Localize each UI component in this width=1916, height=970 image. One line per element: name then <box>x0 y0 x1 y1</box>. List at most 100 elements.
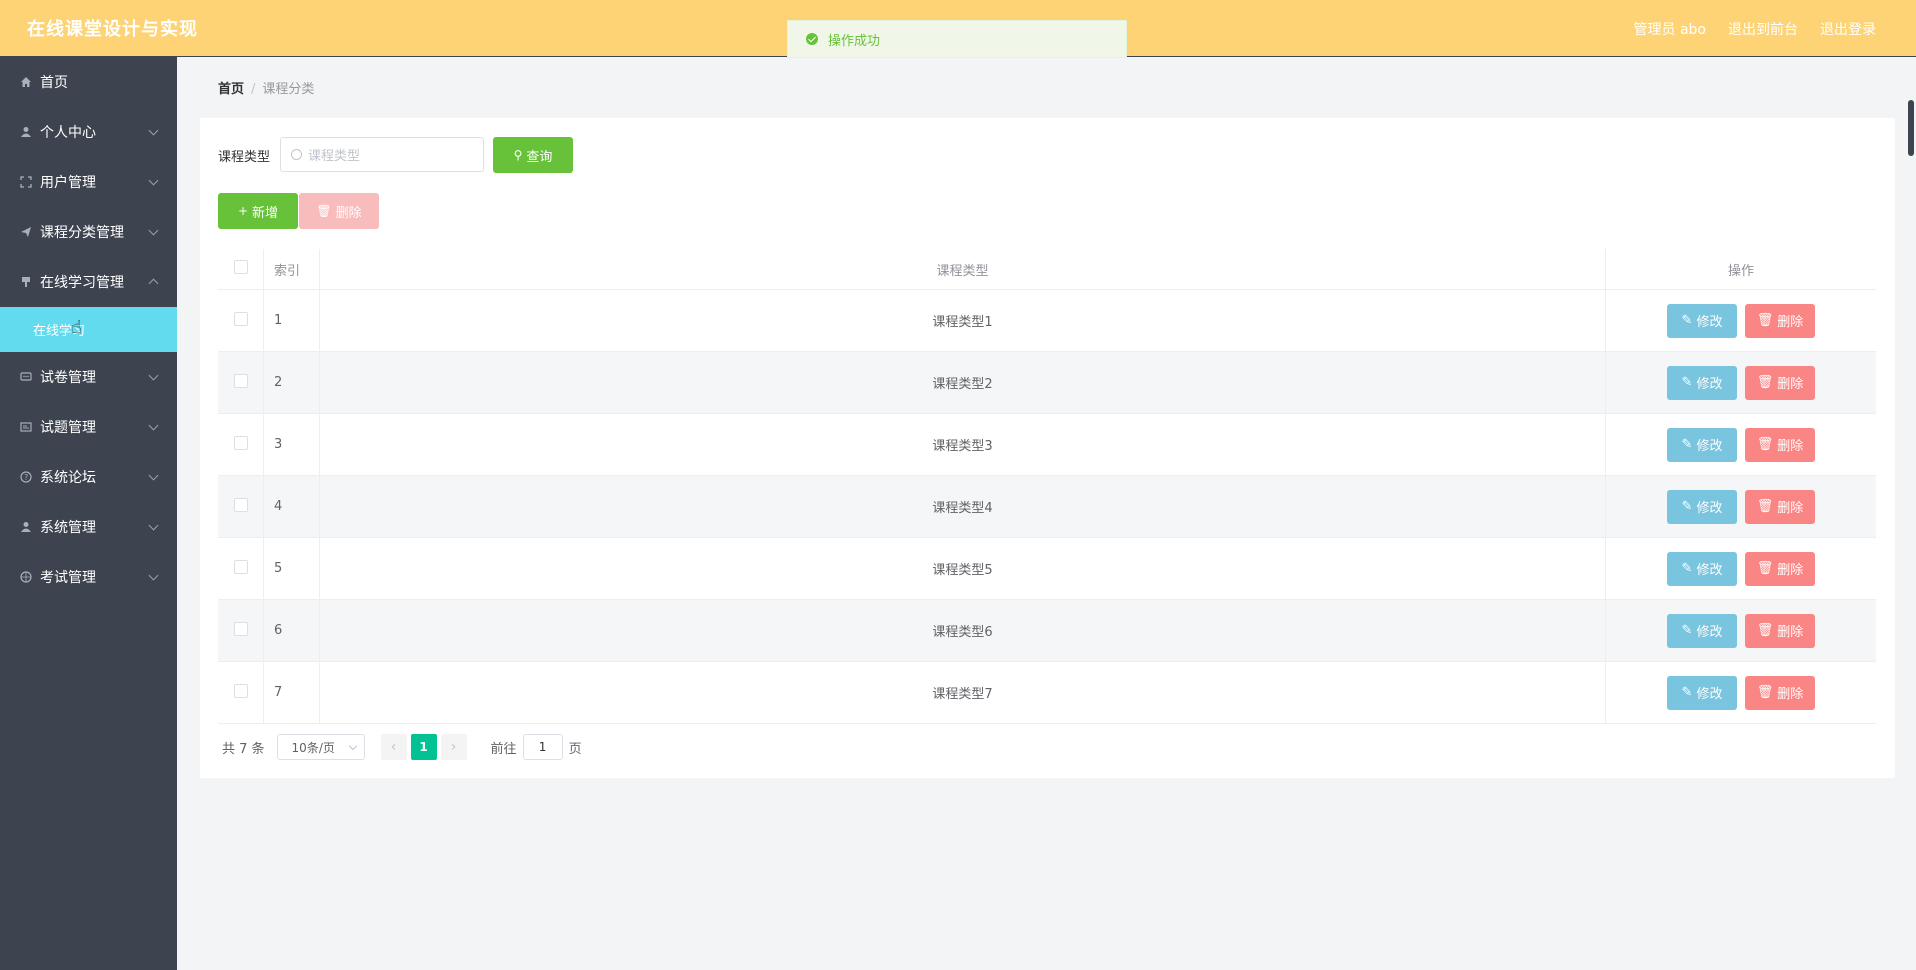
edit-button[interactable]: ✎ 修改 <box>1667 365 1737 400</box>
sidebar-item-label: 试题管理 <box>40 420 96 436</box>
sidebar-item-users[interactable]: 用户管理 <box>0 157 177 207</box>
row-select-cell <box>218 475 264 538</box>
edit-button[interactable]: ✎ 修改 <box>1667 675 1737 710</box>
delete-button[interactable]: 🗑 删除 <box>1745 427 1815 462</box>
add-button[interactable]: + 新增 <box>218 193 298 229</box>
row-course-type: 课程类型3 <box>319 413 1606 476</box>
page-size-select[interactable]: 10条/页 <box>276 734 365 760</box>
sidebar: 首页 个人中心 用户管理 课程分类管理 在线学习管理 在线学习 ☝ 试卷管理 试… <box>0 57 177 970</box>
edit-button[interactable]: ✎ 修改 <box>1667 551 1737 586</box>
delete-button[interactable]: 🗑 删除 <box>1745 675 1815 710</box>
row-checkbox[interactable] <box>233 497 248 512</box>
row-select-cell <box>218 537 264 600</box>
row-operations: ✎ 修改 🗑 删除 <box>1605 351 1876 414</box>
svg-text:?: ? <box>24 473 28 482</box>
search-placeholder: 课程类型 <box>308 149 361 164</box>
row-op-buttons: ✎ 修改 🗑 删除 <box>1606 613 1876 648</box>
row-operations: ✎ 修改 🗑 删除 <box>1605 475 1876 538</box>
row-checkbox[interactable] <box>233 621 248 636</box>
delete-button[interactable]: 🗑 删除 <box>1745 489 1815 524</box>
page-number-current[interactable]: 1 <box>410 734 437 760</box>
hand-cursor-icon: ☝ <box>71 317 82 338</box>
header-operation: 操作 <box>1605 249 1876 290</box>
prev-page-button[interactable]: ‹ <box>380 734 407 760</box>
trash-icon: 🗑 <box>1756 685 1774 700</box>
chevron-down-icon <box>148 125 159 136</box>
edit-button-label: 修改 <box>1696 377 1723 392</box>
table-row: 5 课程类型5 ✎ 修改 🗑 删除 <box>218 537 1876 600</box>
row-op-buttons: ✎ 修改 🗑 删除 <box>1606 551 1876 586</box>
goto-page-input[interactable]: 1 <box>522 734 563 760</box>
sidebar-item-label: 考试管理 <box>40 570 96 586</box>
row-checkbox[interactable] <box>233 311 248 326</box>
logout-link[interactable]: 退出登录 <box>1820 19 1876 39</box>
course-category-table: 索引 课程类型 操作 1 课程类型1 ✎ 修改 🗑 删除 2 课程类型2 ✎ 修改 🗑 删除 3 课程类型… <box>218 249 1876 724</box>
help-icon: ? <box>19 470 33 484</box>
breadcrumb-home[interactable]: 首页 <box>218 82 244 97</box>
goto-frontend-link[interactable]: 退出到前台 <box>1728 19 1798 39</box>
filter-label: 课程类型 <box>218 150 271 165</box>
row-index: 3 <box>263 413 320 476</box>
row-select-cell <box>218 289 264 352</box>
delete-button[interactable]: 🗑 删除 <box>1745 365 1815 400</box>
sidebar-item-forum[interactable]: ? 系统论坛 <box>0 452 177 502</box>
sidebar-subitem-online-study[interactable]: 在线学习 ☝ <box>0 307 177 352</box>
row-op-buttons: ✎ 修改 🗑 删除 <box>1606 365 1876 400</box>
row-checkbox[interactable] <box>233 435 248 450</box>
header-links: 管理员 abo 退出到前台 退出登录 <box>1634 19 1876 39</box>
sidebar-item-exam[interactable]: 考试管理 <box>0 552 177 602</box>
row-course-type: 课程类型4 <box>319 475 1606 538</box>
header-index: 索引 <box>263 249 320 290</box>
scrollbar-thumb[interactable] <box>1908 100 1914 156</box>
row-checkbox[interactable] <box>233 559 248 574</box>
delete-button-label: 删除 <box>1777 687 1804 702</box>
search-icon: ⚲ <box>513 148 523 162</box>
chevron-down-icon <box>148 420 159 431</box>
success-toast: 操作成功 <box>787 20 1127 58</box>
delete-button-label: 删除 <box>1777 439 1804 454</box>
sidebar-item-system[interactable]: 系统管理 <box>0 502 177 552</box>
edit-icon: ✎ <box>1681 313 1693 328</box>
breadcrumb-separator: / <box>251 82 256 97</box>
sidebar-item-profile[interactable]: 个人中心 <box>0 107 177 157</box>
query-button[interactable]: ⚲ 查询 <box>493 137 573 173</box>
sidebar-item-home[interactable]: 首页 <box>0 57 177 107</box>
row-checkbox[interactable] <box>233 683 248 698</box>
goto-label: 前往 <box>490 741 517 757</box>
edit-button[interactable]: ✎ 修改 <box>1667 489 1737 524</box>
edit-icon: ✎ <box>1681 623 1693 638</box>
sidebar-item-label: 个人中心 <box>40 125 96 141</box>
admin-user-link[interactable]: 管理员 abo <box>1634 19 1706 39</box>
select-all-checkbox[interactable] <box>233 260 248 274</box>
edit-button[interactable]: ✎ 修改 <box>1667 303 1737 338</box>
delete-button[interactable]: 🗑 删除 <box>1745 303 1815 338</box>
row-checkbox[interactable] <box>233 373 248 388</box>
search-icon <box>291 149 302 160</box>
delete-button[interactable]: 🗑 删除 <box>1745 613 1815 648</box>
edit-button-label: 修改 <box>1696 687 1723 702</box>
sidebar-item-course-category[interactable]: 课程分类管理 <box>0 207 177 257</box>
sidebar-item-online-learning[interactable]: 在线学习管理 <box>0 257 177 307</box>
course-type-search-input[interactable]: 课程类型 <box>280 137 484 172</box>
page-scrollbar[interactable] <box>1906 100 1916 160</box>
delete-button-label: 删除 <box>1777 377 1804 392</box>
delete-button[interactable]: 🗑 删除 <box>1745 551 1815 586</box>
goto-suffix: 页 <box>568 741 582 757</box>
row-index: 6 <box>263 599 320 662</box>
next-page-button[interactable]: › <box>440 734 467 760</box>
batch-delete-button[interactable]: 🗑 删除 <box>299 193 379 229</box>
row-operations: ✎ 修改 🗑 删除 <box>1605 289 1876 352</box>
row-op-buttons: ✎ 修改 🗑 删除 <box>1606 675 1876 710</box>
chevron-down-icon <box>148 470 159 481</box>
edit-button[interactable]: ✎ 修改 <box>1667 613 1737 648</box>
table-body: 1 课程类型1 ✎ 修改 🗑 删除 2 课程类型2 ✎ 修改 🗑 删除 3 课程类型3 ✎ 修改 🗑 删除 4 课程类… <box>218 289 1876 724</box>
sidebar-item-questions[interactable]: 试题管理 <box>0 402 177 452</box>
trash-icon: 🗑 <box>1756 437 1774 452</box>
user-icon <box>19 125 33 139</box>
breadcrumb: 首页 / 课程分类 <box>218 78 314 97</box>
user-icon <box>19 520 33 534</box>
edit-button[interactable]: ✎ 修改 <box>1667 427 1737 462</box>
edit-icon: ✎ <box>1681 685 1693 700</box>
sidebar-item-exam-paper[interactable]: 试卷管理 <box>0 352 177 402</box>
table-row: 3 课程类型3 ✎ 修改 🗑 删除 <box>218 413 1876 476</box>
